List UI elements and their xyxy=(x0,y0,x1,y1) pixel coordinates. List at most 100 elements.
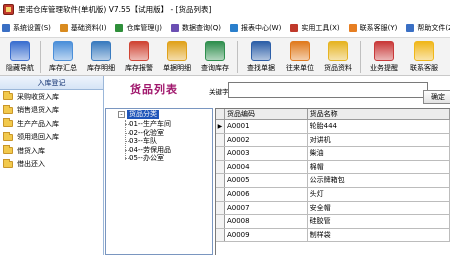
tree-root-label[interactable]: 货品分类 xyxy=(127,110,159,119)
folder-icon xyxy=(3,145,13,155)
query-stock-icon xyxy=(205,41,225,61)
column-header-name[interactable]: 货品名称 xyxy=(308,109,450,119)
cell-goods-name[interactable]: 头灯 xyxy=(308,187,450,201)
menu-item-3[interactable]: 仓库管理(J) xyxy=(115,23,162,33)
table-row[interactable]: A0002 对讲机 xyxy=(216,133,450,148)
toolbar-button-9[interactable]: 货品资料 xyxy=(319,40,357,74)
toolbar-button-label: 库存汇总 xyxy=(49,64,77,72)
title-bar: 里诺仓库管理软件(单机版) V7.55【试用版】 - [货品列表] xyxy=(0,0,450,18)
nav-item-5[interactable]: 借货入库 xyxy=(0,144,103,158)
toolbar-button-8[interactable]: 往来单位 xyxy=(281,40,319,74)
toolbar-button-4[interactable]: 库存报警 xyxy=(120,40,158,74)
toolbar-button-1[interactable]: 隐藏导航 xyxy=(3,40,37,74)
find-bill-icon xyxy=(251,41,271,61)
table-row[interactable]: A0005 公示牌箱包 xyxy=(216,174,450,188)
toolbar-button-label: 联系客服 xyxy=(410,64,438,72)
toolbar-button-10[interactable]: 业务提醒 xyxy=(364,40,404,74)
tree-root[interactable]: - 货品分类 xyxy=(118,110,159,119)
keyword-input[interactable] xyxy=(228,82,428,98)
toolbar-separator xyxy=(237,41,238,73)
row-indicator xyxy=(216,147,225,160)
menu-item-6[interactable]: 实用工具(X) xyxy=(290,23,340,33)
toolbar-button-6[interactable]: 查询库存 xyxy=(196,40,234,74)
menu-item-5[interactable]: 报表中心(W) xyxy=(229,23,282,33)
folder-icon xyxy=(3,131,13,141)
bill-detail-icon xyxy=(167,41,187,61)
toolbar-button-label: 货品资料 xyxy=(324,64,352,72)
nav-item-2[interactable]: 销售退货入库 xyxy=(0,104,103,118)
cell-goods-name[interactable]: 硅胶管 xyxy=(308,215,450,228)
cell-goods-code[interactable]: A0004 xyxy=(225,160,308,174)
toolbar-button-label: 往来单位 xyxy=(286,64,314,72)
menu-item-label: 数据查询(Q) xyxy=(181,24,221,32)
toolbar-separator xyxy=(360,41,361,73)
toolbar-button-5[interactable]: 单据明细 xyxy=(158,40,196,74)
warehouse-icon xyxy=(115,24,124,32)
table-row[interactable]: A0003 柴油 xyxy=(216,147,450,161)
report-icon xyxy=(229,24,238,32)
cell-goods-code[interactable]: A0003 xyxy=(225,147,308,160)
menu-item-label: 报表中心(W) xyxy=(240,24,282,32)
stock-summary-icon xyxy=(53,41,73,61)
toolbar-button-label: 业务提醒 xyxy=(370,64,398,72)
table-row[interactable]: ▶ A0001 轮胎444 xyxy=(216,120,450,134)
cell-goods-code[interactable]: A0009 xyxy=(225,228,308,242)
cell-goods-code[interactable]: A0007 xyxy=(225,201,308,215)
menu-item-1[interactable]: 系统设置(S) xyxy=(2,23,51,33)
confirm-button[interactable]: 确定 xyxy=(423,90,450,104)
tree-connector xyxy=(125,120,126,160)
nav-item-label: 借货入库 xyxy=(17,146,45,155)
menu-item-7[interactable]: 联系客服(Y) xyxy=(348,23,398,33)
menu-item-4[interactable]: 数据查询(Q) xyxy=(170,23,221,33)
toolbar-button-11[interactable]: 联系客服 xyxy=(404,40,444,74)
tools-icon xyxy=(290,24,299,32)
cell-goods-code[interactable]: A0006 xyxy=(225,187,308,201)
help-icon xyxy=(406,24,415,32)
toolbar-button-2[interactable]: 库存汇总 xyxy=(44,40,82,74)
nav-item-label: 销售退货入库 xyxy=(17,106,59,115)
nav-section-header[interactable]: 入库登记 xyxy=(0,76,103,90)
menu-item-8[interactable]: 帮助文件(Z) xyxy=(406,23,450,33)
cell-goods-name[interactable]: 柴油 xyxy=(308,147,450,160)
cell-goods-code[interactable]: A0002 xyxy=(225,133,308,147)
cell-goods-name[interactable]: 安全帽 xyxy=(308,201,450,215)
table-row[interactable]: A0007 安全帽 xyxy=(216,201,450,216)
row-indicator xyxy=(216,133,225,147)
table-row[interactable]: A0006 头灯 xyxy=(216,187,450,202)
nav-item-label: 领用退回入库 xyxy=(17,133,59,142)
navigation-panel: 入库登记 采购收货入库销售退货入库生产产品入库领用退回入库 借货入库借出还入 xyxy=(0,76,104,255)
reminder-icon xyxy=(374,41,394,61)
stock-detail-icon xyxy=(91,41,111,61)
tree-collapse-toggle[interactable]: - xyxy=(118,111,125,118)
tree-node-5[interactable]: 05--办公室 xyxy=(129,154,164,163)
menu-item-label: 实用工具(X) xyxy=(301,24,340,32)
toolbar-button-label: 库存报警 xyxy=(125,64,153,72)
cell-goods-code[interactable]: A0008 xyxy=(225,215,308,228)
nav-item-6[interactable]: 借出还入 xyxy=(0,158,103,172)
table-row[interactable]: A0004 棉帽 xyxy=(216,160,450,175)
category-tree: - 货品分类 01--生产车间 02--化验室 03--车队 04--劳保用品 05--… xyxy=(105,108,213,255)
cell-goods-name[interactable]: 棉帽 xyxy=(308,160,450,174)
menu-item-2[interactable]: 基础资料(I) xyxy=(59,23,106,33)
row-indicator: ▶ xyxy=(216,120,225,133)
app-logo-icon xyxy=(3,3,14,15)
nav-item-1[interactable]: 采购收货入库 xyxy=(0,90,103,104)
cell-goods-name[interactable]: 制样袋 xyxy=(308,228,450,242)
table-row[interactable]: A0008 硅胶管 xyxy=(216,215,450,229)
page-title: 货品列表 xyxy=(130,83,178,96)
toolbar-button-7[interactable]: 查找单据 xyxy=(241,40,281,74)
nav-item-3[interactable]: 生产产品入库 xyxy=(0,117,103,131)
cell-goods-code[interactable]: A0005 xyxy=(225,174,308,187)
cell-goods-name[interactable]: 对讲机 xyxy=(308,133,450,147)
cell-goods-name[interactable]: 公示牌箱包 xyxy=(308,174,450,187)
table-row[interactable]: A0009 制样袋 xyxy=(216,228,450,243)
menu-item-label: 联系客服(Y) xyxy=(359,24,398,32)
nav-item-4[interactable]: 领用退回入库 xyxy=(0,131,103,145)
cell-goods-name[interactable]: 轮胎444 xyxy=(308,120,450,133)
stock-alarm-icon xyxy=(129,41,149,61)
toolbar-button-3[interactable]: 库存明细 xyxy=(82,40,120,74)
cell-goods-code[interactable]: A0001 xyxy=(225,120,308,133)
partners-icon xyxy=(290,41,310,61)
column-header-code[interactable]: 货品编码 xyxy=(225,109,308,119)
nav-item-label: 借出还入 xyxy=(17,160,45,169)
